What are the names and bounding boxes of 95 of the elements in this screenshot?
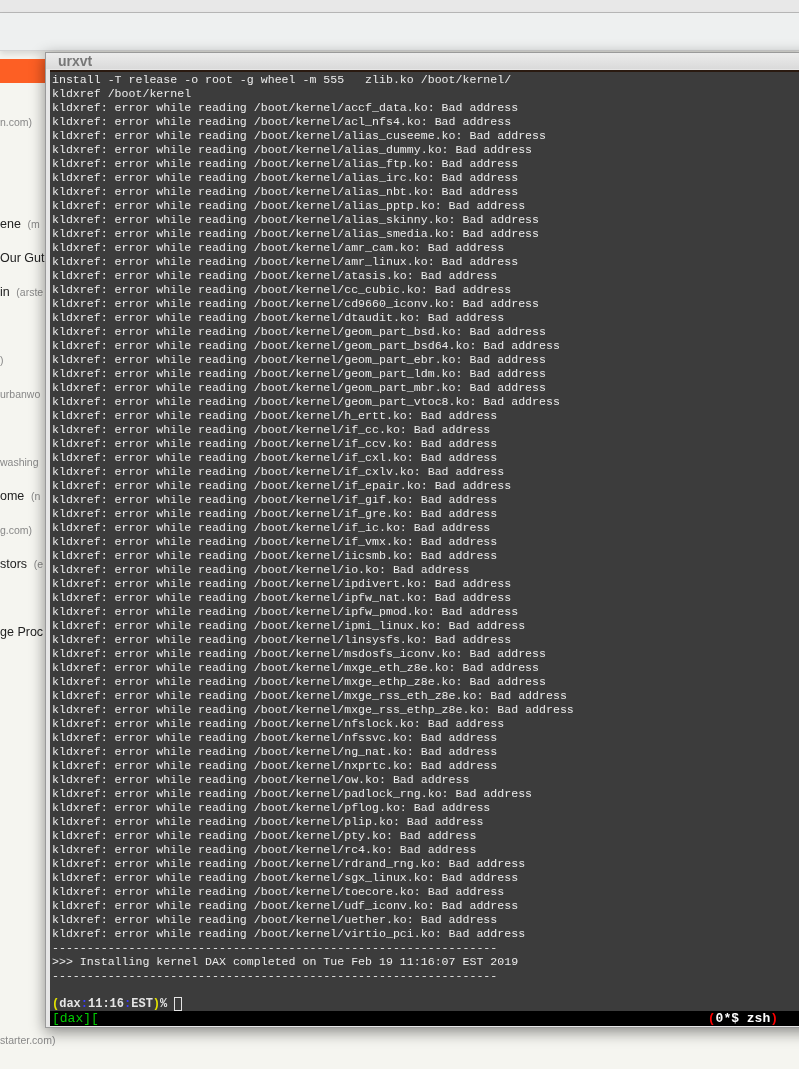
link-source: ) [0,354,4,366]
output-line: kldxref: error while reading /boot/kernel/amr_cam.ko: Bad address [52,241,506,255]
link-source: starter.com) [0,1034,56,1046]
output-line: kldxref: error while reading /boot/kernel/alias_cuseeme.ko: Bad address [52,129,547,143]
output-line: kldxref: error while reading /boot/kernel/if_vmx.ko: Bad address [52,535,499,549]
window-label[interactable]: 0*$ zsh [715,1011,771,1026]
output-line: kldxref: error while reading /boot/kernel/ipdivert.ko: Bad address [52,577,513,591]
output-line: kldxref: error while reading /boot/kernel/sgx_linux.ko: Bad address [52,871,520,885]
output-line: kldxref: error while reading /boot/kernel/amr_linux.ko: Bad address [52,255,520,269]
output-line: kldxref: error while reading /boot/kernel/geom_part_mbr.ko: Bad address [52,381,547,395]
link-title[interactable]: in [0,285,10,299]
output-line: kldxref: error while reading /boot/kernel/alias_dummy.ko: Bad address [52,143,534,157]
output-line: kldxref: error while reading /boot/kernel/alias_skinny.ko: Bad address [52,213,541,227]
output-line: kldxref /boot/kernel [52,87,193,101]
link-source: urbanwo [0,388,41,400]
output-line: kldxref: error while reading /boot/kernel/mxge_eth_z8e.ko: Bad address [52,661,541,675]
output-line: kldxref: error while reading /boot/kernel/ipmi_linux.ko: Bad address [52,619,527,633]
prompt-text: dax [59,997,81,1011]
output-line: kldxref: error while reading /boot/kernel/if_epair.ko: Bad address [52,479,513,493]
output-line: install -T release -o root -g wheel -m 555 zlib.ko /boot/kernel/ [52,73,513,87]
output-line: kldxref: error while reading /boot/kernel/pty.ko: Bad address [52,829,478,843]
prompt-text: % [160,997,168,1011]
output-line: kldxref: error while reading /boot/kernel/dtaudit.ko: Bad address [52,311,506,325]
output-line: kldxref: error while reading /boot/kernel/if_gre.ko: Bad address [52,507,499,521]
output-line: kldxref: error while reading /boot/kernel/virtio_pci.ko: Bad address [52,927,527,941]
output-line: kldxref: error while reading /boot/kernel/udf_iconv.ko: Bad address [52,899,520,913]
output-line: kldxref: error while reading /boot/kernel/msdosfs_iconv.ko: Bad address [52,647,547,661]
link-title[interactable]: stors [0,557,28,571]
output-line: kldxref: error while reading /boot/kernel/toecore.ko: Bad address [52,885,506,899]
output-line: kldxref: error while reading /boot/kernel/iicsmb.ko: Bad address [52,549,499,563]
output-line: kldxref: error while reading /boot/kernel/mxge_rss_eth_z8e.ko: Bad address [52,689,568,703]
output-line: kldxref: error while reading /boot/kernel/mxge_rss_ethp_z8e.ko: Bad address [52,703,575,717]
output-line: kldxref: error while reading /boot/kernel/mxge_ethp_z8e.ko: Bad address [52,675,547,689]
output-line: kldxref: error while reading /boot/kernel/nfslock.ko: Bad address [52,717,506,731]
link-source: (m [27,218,40,230]
link-title[interactable]: Our Gut [0,251,45,265]
link-source: g.com) [0,524,33,536]
link-title[interactable]: ome [0,489,25,503]
output-line: kldxref: error while reading /boot/kernel/acl_nfs4.ko: Bad address [52,115,513,129]
output-line: kldxref: error while reading /boot/kernel/ow.ko: Bad address [52,773,471,787]
output-line: kldxref: error while reading /boot/kernel/ipfw_nat.ko: Bad address [52,591,513,605]
output-line: kldxref: error while reading /boot/kernel/pflog.ko: Bad address [52,801,492,815]
link-title[interactable]: ge Proc [0,625,44,639]
output-line: kldxref: error while reading /boot/kernel/cd9660_iconv.ko: Bad address [52,297,541,311]
output-line: >>> Installing kernel DAX completed on Tue Feb 19 11:16:07 EST 2019 [52,955,520,969]
output-line: kldxref: error while reading /boot/kernel/rdrand_rng.ko: Bad address [52,857,527,871]
bracket-text: ) [770,1011,778,1026]
output-line: ---------------------------------------------------------------- [52,969,499,983]
window-title: urxvt [58,53,93,69]
link-source: (arste [16,286,44,298]
output-line: kldxref: error while reading /boot/kernel/geom_part_vtoc8.ko: Bad address [52,395,561,409]
link-source: (e [33,558,44,570]
link-source: (n [30,490,41,502]
output-line: kldxref: error while reading /boot/kernel/geom_part_ldm.ko: Bad address [52,367,547,381]
output-line: kldxref: error while reading /boot/kernel/nfssvc.ko: Bad address [52,731,499,745]
prompt-text: ( [52,997,60,1011]
output-line: kldxref: error while reading /boot/kernel/geom_part_bsd.ko: Bad address [52,325,547,339]
output-line: kldxref: error while reading /boot/kernel/io.ko: Bad address [52,563,471,577]
output-line: kldxref: error while reading /boot/kernel/ipfw_pmod.ko: Bad address [52,605,520,619]
output-line: kldxref: error while reading /boot/kernel/ng_nat.ko: Bad address [52,745,499,759]
output-line: kldxref: error while reading /boot/kernel/if_cxlv.ko: Bad address [52,465,506,479]
prompt-text: : [124,997,132,1011]
link-source: n.com) [0,116,33,128]
session-label: [dax][ [52,1011,99,1026]
link-source: washing [0,456,39,468]
output-line: kldxref: error while reading /boot/kernel/padlock_rng.ko: Bad address [52,787,534,801]
output-line: kldxref: error while reading /boot/kernel/if_cxl.ko: Bad address [52,451,499,465]
output-line: kldxref: error while reading /boot/kernel/if_ic.ko: Bad address [52,521,492,535]
output-line: kldxref: error while reading /boot/kernel/if_ccv.ko: Bad address [52,437,499,451]
output-line: kldxref: error while reading /boot/kernel/alias_nbt.ko: Bad address [52,185,520,199]
output-line: kldxref: error while reading /boot/kernel/alias_smedia.ko: Bad address [52,227,541,241]
output-line: kldxref: error while reading /boot/kernel/cc_cubic.ko: Bad address [52,283,513,297]
output-line: kldxref: error while reading /boot/kernel/nxprtc.ko: Bad address [52,759,499,773]
output-line: kldxref: error while reading /boot/kernel/atasis.ko: Bad address [52,269,499,283]
output-line: kldxref: error while reading /boot/kernel/alias_pptp.ko: Bad address [52,199,527,213]
prompt-text: : [80,997,88,1011]
prompt-text: 11:16 [88,997,125,1011]
output-line: ---------------------------------------------------------------- [52,941,499,955]
output-line: kldxref: error while reading /boot/kernel/geom_part_ebr.ko: Bad address [52,353,547,367]
output-line: kldxref: error while reading /boot/kernel/plip.ko: Bad address [52,815,485,829]
output-line: kldxref: error while reading /boot/kernel/rc4.ko: Bad address [52,843,478,857]
link-title[interactable]: ene [0,217,21,231]
output-line: kldxref: error while reading /boot/kernel/uether.ko: Bad address [52,913,499,927]
output-line: kldxref: error while reading /boot/kernel/geom_part_bsd64.ko: Bad address [52,339,561,353]
output-line: kldxref: error while reading /boot/kernel/alias_irc.ko: Bad address [52,171,520,185]
bracket-text: ( [707,1011,716,1026]
prompt-text: EST [131,997,153,1011]
output-line: kldxref: error while reading /boot/kernel/linsysfs.ko: Bad address [52,633,513,647]
output-line: kldxref: error while reading /boot/kernel/if_gif.ko: Bad address [52,493,499,507]
output-line: kldxref: error while reading /boot/kernel/alias_ftp.ko: Bad address [52,157,520,171]
output-line: kldxref: error while reading /boot/kernel/accf_data.ko: Bad address [52,101,520,115]
output-line: kldxref: error while reading /boot/kernel/if_cc.ko: Bad address [52,423,492,437]
text-cursor[interactable] [174,997,183,1011]
prompt-text: ) [152,997,161,1011]
output-line: kldxref: error while reading /boot/kernel/h_ertt.ko: Bad address [52,409,499,423]
